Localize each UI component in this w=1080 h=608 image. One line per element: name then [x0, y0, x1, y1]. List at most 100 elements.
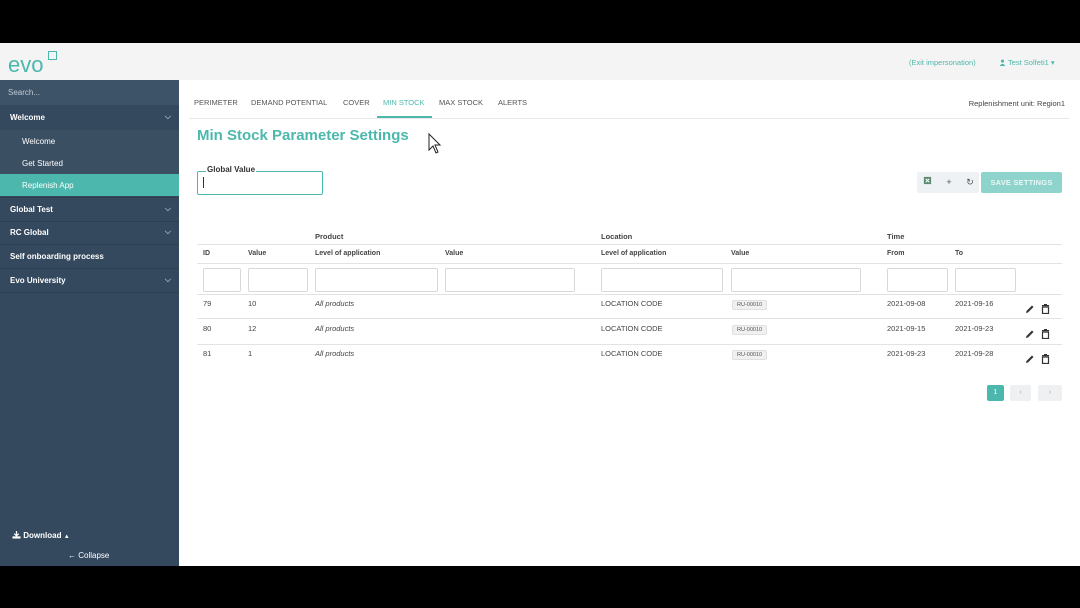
table-divider	[197, 263, 1062, 264]
sidebar-item-evo-university[interactable]: Evo University ⌵	[0, 269, 179, 292]
cell-location-level: LOCATION CODE	[601, 324, 663, 333]
table-divider	[197, 318, 1062, 319]
filter-to-input[interactable]	[955, 268, 1016, 292]
cell-location-level: LOCATION CODE	[601, 299, 663, 308]
divider	[189, 118, 1069, 119]
logo-text: evo	[8, 52, 44, 77]
export-excel-icon[interactable]	[920, 176, 934, 189]
cell-location-level: LOCATION CODE	[601, 349, 663, 358]
collapse-label: Collapse	[78, 551, 110, 560]
cell-product-level: All products	[315, 349, 355, 358]
cell-value: 12	[248, 324, 257, 333]
sidebar-subitem-welcome[interactable]: Welcome	[0, 130, 179, 152]
collapse-button[interactable]: ← Collapse	[68, 551, 109, 560]
tab-demand-potential[interactable]: DEMAND POTENTIAL	[251, 98, 327, 107]
filter-product-level-input[interactable]	[315, 268, 438, 292]
cell-value: 10	[248, 299, 257, 308]
location-value-chip: RU-00010	[732, 325, 768, 335]
table-toolbar: + ↻	[917, 172, 979, 193]
column-header-product-level[interactable]: Level of application	[315, 250, 380, 257]
sidebar-item-self-onboarding[interactable]: Self onboarding process	[0, 245, 179, 268]
group-header-time: Time	[887, 232, 905, 241]
tab-min-stock[interactable]: MIN STOCK	[383, 98, 425, 107]
cell-product-level: All products	[315, 324, 355, 333]
add-row-icon[interactable]: +	[942, 176, 956, 189]
edit-icon[interactable]	[1025, 351, 1035, 363]
sidebar-subitem-get-started[interactable]: Get Started	[0, 152, 179, 174]
download-icon	[12, 531, 23, 540]
prev-page-button[interactable]: ‹	[1010, 385, 1031, 401]
tab-perimeter[interactable]: PERIMETER	[194, 98, 238, 107]
filter-from-input[interactable]	[887, 268, 948, 292]
tab-cover[interactable]: COVER	[343, 98, 370, 107]
filter-location-value-input[interactable]	[731, 268, 861, 292]
user-icon	[999, 58, 1008, 67]
column-header-id[interactable]: ID	[203, 250, 210, 257]
column-header-location-level[interactable]: Level of application	[601, 250, 666, 257]
cell-id: 80	[203, 324, 212, 333]
table-divider	[197, 294, 1062, 295]
arrow-left-icon: ←	[68, 551, 76, 560]
cell-to: 2021-09-23	[955, 324, 994, 333]
sidebar-search	[0, 80, 179, 105]
location-value-chip: RU-00010	[732, 350, 768, 360]
filter-value-input[interactable]	[248, 268, 308, 292]
divider	[0, 292, 179, 293]
column-header-to[interactable]: To	[955, 250, 963, 257]
tab-alerts[interactable]: ALERTS	[498, 98, 527, 107]
user-name: Test Solfeti1	[1007, 58, 1049, 67]
group-header-product: Product	[315, 232, 344, 241]
sidebar-item-welcome[interactable]: Welcome ⌵	[0, 106, 179, 129]
sidebar-subitem-replenish-app[interactable]: Replenish App	[0, 174, 179, 196]
chevron-down-icon: ⌵	[164, 227, 171, 236]
delete-icon[interactable]	[1041, 301, 1051, 315]
column-header-value[interactable]: Value	[248, 250, 266, 257]
cell-id: 81	[203, 349, 212, 358]
page-title: Min Stock Parameter Settings	[197, 127, 409, 144]
sidebar-item-label: Self onboarding process	[10, 252, 104, 261]
group-header-location: Location	[601, 232, 633, 241]
delete-icon[interactable]	[1041, 326, 1051, 340]
cell-to: 2021-09-16	[955, 299, 994, 308]
cell-to: 2021-09-28	[955, 349, 994, 358]
caret-up-icon: ▲	[63, 534, 70, 540]
cell-from: 2021-09-08	[887, 299, 926, 308]
mouse-cursor-icon	[428, 133, 442, 154]
exit-impersonation-link[interactable]: (Exit impersonation)	[909, 58, 976, 67]
cell-id: 79	[203, 299, 212, 308]
cell-from: 2021-09-15	[887, 324, 926, 333]
sidebar-item-global-test[interactable]: Global Test ⌵	[0, 198, 179, 221]
edit-icon[interactable]	[1025, 301, 1035, 313]
app-window: evo (Exit impersonation) Test Solfeti1 ▾…	[0, 43, 1080, 566]
user-menu[interactable]: Test Solfeti1 ▾	[999, 58, 1055, 67]
edit-icon[interactable]	[1025, 326, 1035, 338]
text-caret	[203, 177, 204, 188]
search-input[interactable]	[8, 86, 168, 99]
column-header-from[interactable]: From	[887, 250, 905, 257]
global-value-field[interactable]	[197, 171, 323, 195]
filter-id-input[interactable]	[203, 268, 241, 292]
global-value-label: Global Value	[206, 165, 257, 174]
sidebar-item-rc-global[interactable]: RC Global ⌵	[0, 221, 179, 244]
table-divider	[197, 244, 1062, 245]
sidebar: Welcome ⌵ Welcome Get Started Replenish …	[0, 80, 179, 566]
column-header-product-value[interactable]: Value	[445, 250, 463, 257]
global-value-input[interactable]	[204, 176, 314, 189]
delete-icon[interactable]	[1041, 351, 1051, 365]
filter-location-level-input[interactable]	[601, 268, 723, 292]
cell-value: 1	[248, 349, 253, 358]
filter-product-value-input[interactable]	[445, 268, 575, 292]
sidebar-item-label: RC Global	[10, 228, 49, 237]
page-1-button[interactable]: 1	[987, 385, 1004, 401]
save-settings-button[interactable]: SAVE SETTINGS	[981, 172, 1062, 193]
replenishment-unit-label: Replenishment unit: Region1	[968, 99, 1065, 108]
next-page-button[interactable]: ›	[1038, 385, 1062, 401]
refresh-icon[interactable]: ↻	[963, 176, 977, 189]
tab-max-stock[interactable]: MAX STOCK	[439, 98, 483, 107]
sidebar-subitem-label: Welcome	[22, 137, 56, 146]
download-label: Download	[23, 531, 62, 540]
cell-from: 2021-09-23	[887, 349, 926, 358]
download-button[interactable]: Download ▲	[12, 531, 70, 540]
caret-down-icon: ▾	[1050, 58, 1055, 67]
column-header-location-value[interactable]: Value	[731, 250, 749, 257]
